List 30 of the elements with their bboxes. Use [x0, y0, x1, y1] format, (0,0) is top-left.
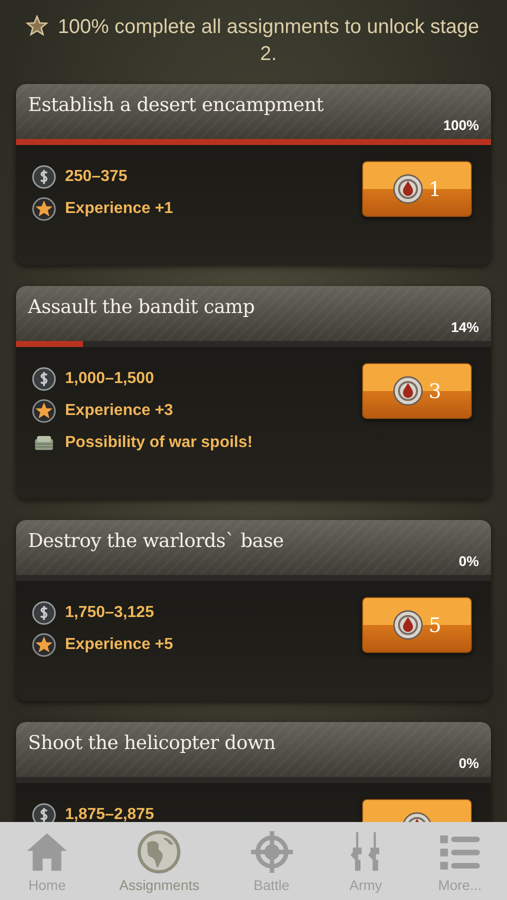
- reward-text: 1,875–2,875: [65, 806, 154, 822]
- tab-item[interactable]: Assignments: [115, 830, 204, 893]
- globe-icon: [137, 830, 182, 874]
- coin-icon: [32, 367, 56, 391]
- coin-icon: [32, 601, 56, 625]
- reward-text: 250–375: [65, 168, 128, 186]
- reward-text: Possibility of war spoils!: [65, 434, 253, 452]
- assignment-title: Establish a desert encampment: [28, 94, 324, 116]
- progress-percent: 100%: [443, 117, 479, 133]
- reward-text: 1,750–3,125: [65, 604, 154, 622]
- reward-text: Experience +5: [65, 636, 174, 654]
- blood-drop-icon: [392, 174, 423, 204]
- progress-percent: 0%: [458, 553, 479, 569]
- start-button[interactable]: 3: [362, 363, 472, 419]
- start-button[interactable]: 5: [362, 597, 472, 653]
- assignment-title: Destroy the warlords` base: [28, 530, 284, 552]
- unlock-notice: 100% complete all assignments to unlock stage 2.: [56, 15, 480, 67]
- reward-text: Experience +1: [65, 200, 174, 218]
- crosshair-icon: [250, 830, 294, 874]
- progress-percent: 0%: [458, 755, 479, 771]
- coin-icon: [32, 165, 56, 189]
- reward-text: 1,000–1,500: [65, 370, 154, 388]
- assignment-title: Shoot the helicopter down: [28, 732, 276, 754]
- blood-drop-icon: [392, 376, 423, 406]
- assignment-title: Assault the bandit camp: [28, 296, 255, 318]
- progress-percent: 14%: [450, 319, 479, 335]
- blood-drop-icon: [392, 610, 423, 640]
- start-button[interactable]: 1: [362, 161, 472, 217]
- star-icon: [26, 15, 48, 37]
- reward-text: Experience +3: [65, 402, 174, 420]
